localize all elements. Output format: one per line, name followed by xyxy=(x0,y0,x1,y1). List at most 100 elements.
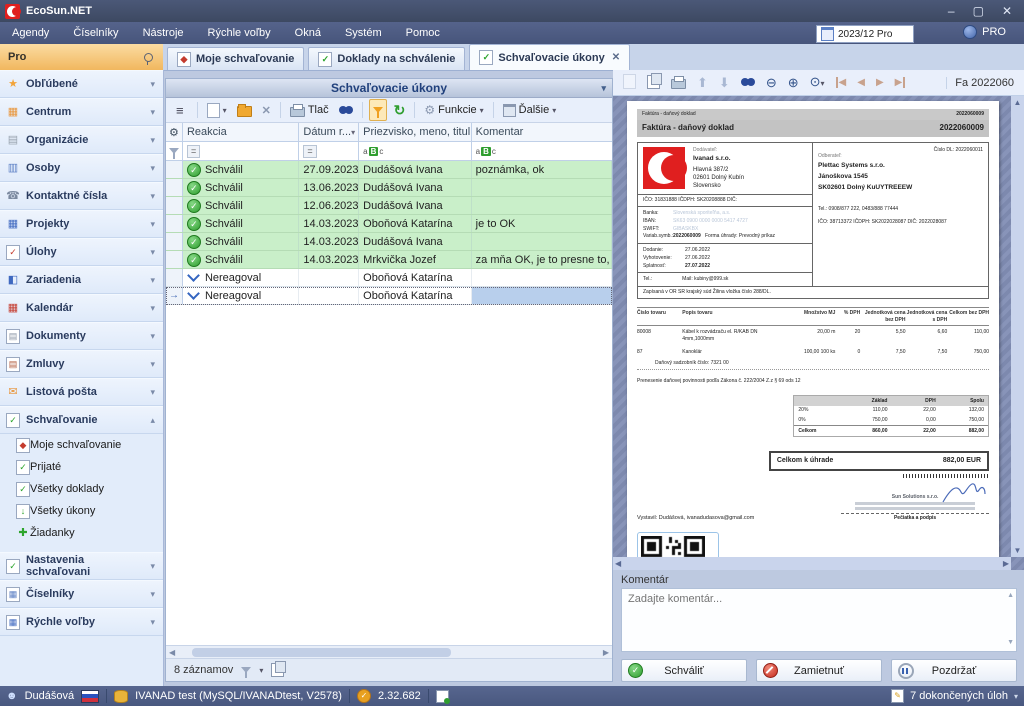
scroll-up-icon[interactable]: ▲ xyxy=(1012,96,1024,109)
search-button[interactable] xyxy=(336,100,356,120)
table-row[interactable]: NereagovalOboňová Katarína xyxy=(166,269,612,287)
tab-schvalovacie-ukony[interactable]: ✓Schvaľovacie úkony✕ xyxy=(469,44,630,70)
pin-icon[interactable] xyxy=(144,53,153,62)
table-row[interactable]: ✓Schválil14.03.2023Mrkvička Jozefza mňa … xyxy=(166,251,612,269)
date-cell[interactable]: 14.03.2023 xyxy=(299,251,359,268)
reaction-cell[interactable]: ✓Schválil xyxy=(183,161,299,178)
reaction-cell[interactable]: ✓Schválil xyxy=(183,251,299,268)
sidebar-item-nastavenia-schvalovani[interactable]: ✓Nastavenia schvaľovani▾ xyxy=(0,552,163,580)
open-record-button[interactable] xyxy=(234,100,255,120)
edition-badge[interactable]: PRO xyxy=(963,25,1006,39)
menu-item-selnky[interactable]: Číselníky xyxy=(61,27,130,39)
sidebar-item-vsetky-doklady[interactable]: ✓Všetky doklady xyxy=(0,478,163,500)
sidebar-item-prijate[interactable]: ✓Prijaté xyxy=(0,456,163,478)
tab-doklady-na-schvalenie[interactable]: ✓Doklady na schválenie xyxy=(308,47,465,70)
scroll-right-icon[interactable]: ▶ xyxy=(1001,557,1011,570)
sidebar-item-dokumenty[interactable]: ▤Dokumenty▾ xyxy=(0,322,163,350)
panel-title-dropdown-icon[interactable]: ▾ xyxy=(601,83,606,94)
chevron-icon[interactable]: ▾ xyxy=(150,589,155,600)
chevron-icon[interactable]: ▾ xyxy=(150,247,155,258)
table-row[interactable]: →NereagovalOboňová Katarína xyxy=(166,287,612,305)
first-record-icon[interactable]: ◀ xyxy=(836,77,847,88)
sidebar-item-osoby[interactable]: ▥Osoby▾ xyxy=(0,154,163,182)
date-cell[interactable]: 13.06.2023 xyxy=(299,179,359,196)
date-cell[interactable] xyxy=(299,269,359,286)
period-selector[interactable]: 2023/12 Pro xyxy=(816,25,914,43)
scrollbar-thumb[interactable] xyxy=(192,648,451,657)
filter-cell-4[interactable]: aBc xyxy=(472,142,612,160)
minimize-button[interactable]: – xyxy=(948,4,955,18)
sidebar-item-zmluvy[interactable]: ▤Zmluvy▾ xyxy=(0,350,163,378)
chevron-icon[interactable]: ▾ xyxy=(150,219,155,230)
equals-filter-icon[interactable]: = xyxy=(303,145,316,158)
reaction-cell[interactable]: Nereagoval xyxy=(183,269,299,286)
chevron-icon[interactable]: ▾ xyxy=(150,331,155,342)
sidebar-item-ciselniky[interactable]: ▦Číselníky▾ xyxy=(0,580,163,608)
zoom-out-icon[interactable]: ⊖ xyxy=(766,76,777,89)
hold-button[interactable]: Pozdržať xyxy=(891,659,1017,682)
equals-filter-icon[interactable]: = xyxy=(187,145,200,158)
export-icon[interactable] xyxy=(647,75,660,91)
menu-item-nstroje[interactable]: Nástroje xyxy=(131,27,196,39)
chevron-icon[interactable]: ▾ xyxy=(150,107,155,118)
person-cell[interactable]: Dudášová Ivana xyxy=(359,233,471,250)
reaction-cell[interactable]: Nereagoval xyxy=(183,287,299,304)
print-button[interactable]: Tlač xyxy=(287,100,332,120)
zoom-in-icon[interactable]: ⊕ xyxy=(788,76,799,89)
print-preview-icon[interactable] xyxy=(671,75,686,91)
chevron-icon[interactable]: ▾ xyxy=(150,359,155,370)
table-row[interactable]: ✓Schválil27.09.2023Dudášová Ivanapoznámk… xyxy=(166,161,612,179)
reaction-cell[interactable]: ✓Schválil xyxy=(183,179,299,196)
sidebar-item-ziadanky[interactable]: ✚Žiadanky xyxy=(0,522,163,544)
menu-item-pomoc[interactable]: Pomoc xyxy=(394,27,452,39)
date-cell[interactable]: 14.03.2023 xyxy=(299,233,359,250)
sidebar-header[interactable]: Pro xyxy=(0,44,164,71)
sidebar-item-kalendar[interactable]: ▦Kalendár▾ xyxy=(0,294,163,322)
column-options-icon[interactable]: ⚙ xyxy=(166,123,183,141)
scroll-down-icon[interactable]: ▼ xyxy=(1012,544,1024,557)
sidebar-item-ulohy[interactable]: ✓Úlohy▾ xyxy=(0,238,163,266)
table-row[interactable]: ✓Schválil14.03.2023Dudášová Ivana xyxy=(166,233,612,251)
functions-button[interactable]: ⚙Funkcie▾ xyxy=(421,100,486,120)
text-filter-icon[interactable]: aBc xyxy=(363,147,383,156)
comment-cell[interactable] xyxy=(472,269,612,286)
date-cell[interactable]: 27.09.2023 xyxy=(299,161,359,178)
person-cell[interactable]: Dudášová Ivana xyxy=(359,161,471,178)
reject-button[interactable]: Zamietnuť xyxy=(756,659,882,682)
sidebar-item-vsetky-ukony[interactable]: ↓Všetky úkony xyxy=(0,500,163,522)
refresh-button[interactable]: ↻ xyxy=(391,100,409,120)
column-header-4[interactable]: Komentar xyxy=(472,123,612,141)
sidebar-item-organizacie[interactable]: ▤Organizácie▾ xyxy=(0,126,163,154)
summary-icon[interactable] xyxy=(271,663,284,677)
menu-item-agendy[interactable]: Agendy xyxy=(0,27,61,39)
table-row[interactable]: ✓Schválil12.06.2023Dudášová Ivana xyxy=(166,197,612,215)
filter-cell-2[interactable]: = xyxy=(299,142,359,160)
maximize-button[interactable]: ▢ xyxy=(973,4,984,18)
slovak-flag-icon[interactable] xyxy=(81,690,99,703)
sidebar-item-listova-posta[interactable]: ✉Listová pošta▾ xyxy=(0,378,163,406)
filter-cell-1[interactable]: = xyxy=(183,142,299,160)
grid-horizontal-scrollbar[interactable]: ◀ ▶ xyxy=(166,645,612,659)
chevron-icon[interactable]: ▾ xyxy=(150,561,155,572)
sidebar-item-projekty[interactable]: ▦Projekty▾ xyxy=(0,210,163,238)
chevron-icon[interactable]: ▾ xyxy=(150,617,155,628)
menu-item-rchlevoby[interactable]: Rýchle voľby xyxy=(196,27,283,39)
sidebar-item-moje-schvalovanie[interactable]: ◆Moje schvaľovanie xyxy=(0,434,163,456)
person-cell[interactable]: Dudášová Ivana xyxy=(359,179,471,196)
filter-cell-3[interactable]: aBc xyxy=(359,142,471,160)
chevron-icon[interactable]: ▴ xyxy=(150,415,155,426)
menu-button[interactable]: ≡ xyxy=(169,100,191,120)
chevron-icon[interactable]: ▾ xyxy=(150,79,155,90)
page-down-icon[interactable]: ⬇ xyxy=(719,76,730,89)
comment-input[interactable] xyxy=(621,588,1017,652)
chevron-icon[interactable]: ▾ xyxy=(150,303,155,314)
sidebar-item-schvalovanie[interactable]: ✓Schvaľovanie▴ xyxy=(0,406,163,434)
find-icon[interactable] xyxy=(741,76,755,89)
previous-record-icon[interactable]: ◀ xyxy=(857,77,865,88)
comment-cell[interactable]: poznámka, ok xyxy=(472,161,612,178)
column-header-1[interactable]: Reakcia xyxy=(183,123,299,141)
filter-button[interactable] xyxy=(369,99,387,121)
preview-vertical-scrollbar[interactable]: ▲ ▼ xyxy=(1011,96,1024,557)
chevron-icon[interactable]: ▾ xyxy=(150,387,155,398)
comment-cell[interactable]: je to OK xyxy=(472,215,612,232)
